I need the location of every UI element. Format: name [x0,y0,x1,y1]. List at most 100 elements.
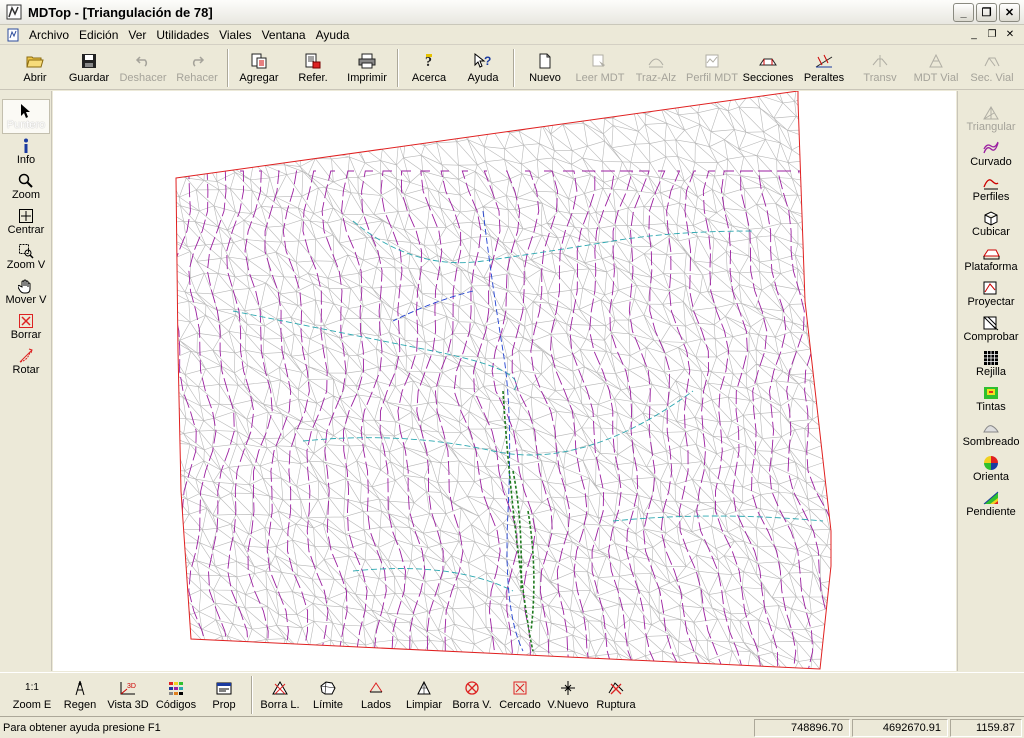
add-label: Agregar [239,71,279,84]
status-x-coordinate: 748896.70 [754,718,850,737]
codes-button[interactable]: Códigos [152,675,200,715]
center-tool[interactable]: Centrar [2,204,50,239]
status-z-coordinate: 1159.87 [950,718,1022,737]
status-message: Para obtener ayuda presione F1 [3,721,161,734]
delete-tool[interactable]: Borrar [2,309,50,344]
window-controls: _ ❐ ✕ [953,3,1020,22]
add-file-icon [250,52,268,70]
properties-button[interactable]: Prop [200,675,248,715]
profile-mdt-button[interactable]: Perfil MDT [684,48,740,88]
sides-icon [367,679,385,697]
platform-button[interactable]: Plataforma [959,241,1023,276]
tints-button[interactable]: Tintas [959,381,1023,416]
help-button[interactable]: ? Ayuda [456,48,510,88]
zoom-extents-icon: 1:1 [25,682,39,693]
doc-minimize-button[interactable]: _ [966,27,982,41]
delete-vertex-button[interactable]: Borra V. [448,675,496,715]
peraltes-button[interactable]: Peraltes [796,48,852,88]
doc-restore-button[interactable]: ❐ [984,27,1000,41]
read-mdt-button[interactable]: Leer MDT [572,48,628,88]
new-vertex-button[interactable]: V.Nuevo [544,675,592,715]
shading-button[interactable]: Sombreado [959,416,1023,451]
pan-tool[interactable]: Mover V [2,274,50,309]
menu-ventana[interactable]: Ventana [257,28,311,42]
menu-viales[interactable]: Viales [214,28,256,42]
regen-button[interactable]: Regen [56,675,104,715]
menu-edicion[interactable]: Edición [74,28,123,42]
open-button[interactable]: Abrir [8,48,62,88]
transv-button[interactable]: Transv [852,48,908,88]
delete-line-button[interactable]: Borra L. [256,675,304,715]
add-button[interactable]: Agregar [232,48,286,88]
project-button[interactable]: Proyectar [959,276,1023,311]
regen-label: Regen [63,698,97,711]
breakline-label: Ruptura [596,698,636,711]
orientation-button[interactable]: Orienta [959,451,1023,486]
view-3d-button[interactable]: 3D Vista 3D [104,675,152,715]
traz-alz-icon [647,52,665,70]
zoom-window-icon [17,243,35,259]
transv-label: Transv [863,71,897,84]
traz-alz-button[interactable]: Traz-Alz [628,48,684,88]
menu-utilidades[interactable]: Utilidades [151,28,214,42]
open-label: Abrir [23,71,47,84]
slope-label: Pendiente [966,505,1016,518]
triangulation-view[interactable] [53,91,956,671]
status-y-coordinate: 4692670.91 [852,718,948,737]
contour-button[interactable]: Curvado [959,136,1023,171]
maximize-button[interactable]: ❐ [976,3,997,22]
mdt-vial-label: MDT Vial [913,71,959,84]
menu-ver[interactable]: Ver [123,28,151,42]
codes-icon [167,679,185,697]
doc-close-button[interactable]: ✕ [1002,27,1018,41]
cube-button[interactable]: Cubicar [959,206,1023,241]
clean-button[interactable]: Limpiar [400,675,448,715]
about-button[interactable]: ? Acerca [402,48,456,88]
shading-label: Sombreado [962,435,1020,448]
check-label: Comprobar [963,330,1019,343]
profiles-button[interactable]: Perfiles [959,171,1023,206]
zoom-extents-button[interactable]: 1:1 Zoom E [8,675,56,715]
peraltes-icon [815,52,833,70]
menu-ayuda[interactable]: Ayuda [311,28,355,42]
menu-archivo[interactable]: Archivo [24,28,74,42]
mdt-vial-button[interactable]: MDT Vial [908,48,964,88]
save-button[interactable]: Guardar [62,48,116,88]
sec-vial-button[interactable]: Sec. Vial [964,48,1020,88]
delete-line-icon [271,679,289,697]
triangulate-button[interactable]: Triangular [959,101,1023,136]
sections-button[interactable]: Secciones [740,48,796,88]
redo-button[interactable]: Rehacer [170,48,224,88]
new-button[interactable]: Nuevo [518,48,572,88]
contour-icon [982,140,1000,156]
fence-icon [511,679,529,697]
slope-button[interactable]: Pendiente [959,486,1023,521]
zoom-window-tool[interactable]: Zoom V [2,239,50,274]
close-button[interactable]: ✕ [999,3,1020,22]
breakline-button[interactable]: Ruptura [592,675,640,715]
info-tool[interactable]: Info [2,134,50,169]
minimize-button[interactable]: _ [953,3,974,22]
rotate-tool[interactable]: Rotar [2,344,50,379]
drawing-canvas[interactable] [53,91,956,671]
grid-button[interactable]: Rejilla [959,346,1023,381]
regen-icon [71,679,89,697]
hand-icon [17,278,35,294]
orientation-label: Orienta [972,470,1010,483]
save-label: Guardar [68,71,110,84]
limit-button[interactable]: Límite [304,675,352,715]
undo-button[interactable]: Deshacer [116,48,170,88]
toolbar-separator [251,675,253,714]
zoom-tool[interactable]: Zoom [2,169,50,204]
print-button[interactable]: Imprimir [340,48,394,88]
fence-button[interactable]: Cercado [496,675,544,715]
profiles-icon [982,175,1000,191]
toolbar-separator [227,48,229,87]
print-label: Imprimir [347,71,387,84]
sides-button[interactable]: Lados [352,675,400,715]
check-button[interactable]: Comprobar [959,311,1023,346]
document-icon[interactable] [6,28,20,42]
transv-icon [871,52,889,70]
reference-button[interactable]: Refer. [286,48,340,88]
pointer-tool[interactable]: Puntero [2,99,50,134]
